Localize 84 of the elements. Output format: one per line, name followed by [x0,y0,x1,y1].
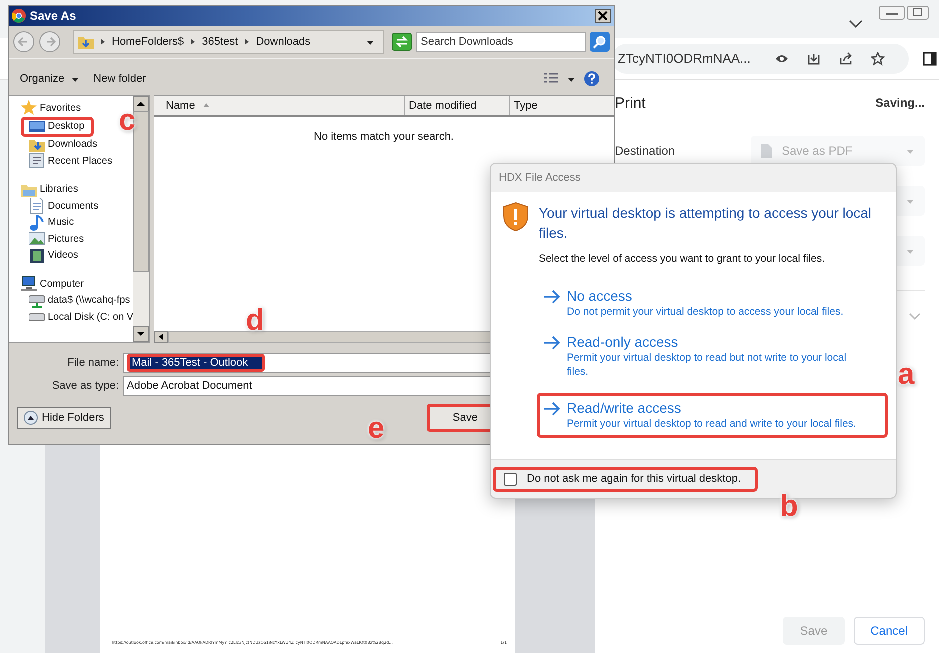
install-icon[interactable] [806,52,821,66]
film-icon [29,248,45,264]
callout-letter: b [780,492,798,522]
chevron-down-icon[interactable] [849,20,863,28]
callout-letter: c [119,106,136,136]
dialog-heading: Your virtual desktop is attempting to access your local files. [539,204,873,243]
breadcrumb-item[interactable]: Downloads [256,36,311,48]
picture-icon [29,231,45,248]
monitor-icon [29,118,45,134]
scrollbar[interactable] [133,96,149,342]
empty-message: No items match your search. [314,131,454,143]
address-bar[interactable]: ZTcyNTI0ODRmNAA... [612,44,909,74]
tree-item[interactable]: Pictures [9,231,86,248]
callout-letter: a [898,360,915,390]
refresh-icon[interactable] [392,33,412,51]
window-title: Save As [30,9,76,23]
restore-icon[interactable] [907,6,929,20]
minimize-icon[interactable] [879,6,905,20]
music-note-icon [29,214,45,231]
arrow-right-icon [543,402,561,416]
dialog-prompt: Select the level of access you want to grant to your local files. [539,253,826,265]
star-icon[interactable] [870,52,885,66]
search-icon[interactable] [590,32,610,52]
chevron-up-icon [24,411,38,425]
tree-item[interactable]: Libraries [9,182,80,198]
caret-icon [906,148,915,154]
cancel-button[interactable]: Cancel [854,617,925,645]
caret-right-icon [100,38,106,46]
address-field[interactable]: HomeFolders$ 365test Downloads [73,30,384,54]
document-icon [29,153,45,170]
dialog-title: HDX File Access [498,171,582,186]
close-icon[interactable] [595,9,611,23]
access-option[interactable]: No access Do not permit your virtual desktop to access your local files. [543,287,884,319]
save-button[interactable]: Save [427,404,493,432]
eye-icon[interactable] [774,52,789,64]
tree-item[interactable]: Videos [9,248,80,264]
app-icon [12,9,26,23]
sort-icon [203,103,210,108]
caret-right-icon [244,38,250,46]
arrow-right-icon [543,290,561,304]
arrow-right-icon [543,336,561,350]
column-header[interactable]: Type [510,96,614,115]
tree-item[interactable]: Computer [9,276,86,292]
tree-item[interactable]: Recent Places [9,153,114,170]
network-drive-icon [29,292,45,309]
tree-item[interactable]: data$ (\\wcahq-fps [9,292,132,309]
caret-icon [906,248,915,254]
caret-icon[interactable] [567,76,576,82]
hide-folders-button[interactable]: Hide Folders [17,407,112,429]
tree-item[interactable]: Favorites [9,100,84,116]
breadcrumb-item[interactable]: 365test [202,36,238,48]
access-option[interactable]: Read/write access Permit your virtual desktop to read and write to your local files. [537,393,888,438]
document-icon [29,198,45,214]
callout-letter: d [246,306,264,336]
star-icon [21,100,37,116]
search-field[interactable]: Search Downloads [416,32,586,52]
field-label: Save as type: [51,380,120,392]
view-icon[interactable] [543,72,559,86]
new-folder-button[interactable]: New folder [90,73,150,85]
checkbox[interactable] [504,472,517,486]
file-icon [761,144,772,158]
print-title: Print [615,94,646,112]
share-icon[interactable] [838,52,853,66]
warning-shield-icon [503,202,529,232]
destination-label: Destination [615,144,676,158]
caret-right-icon [190,38,196,46]
saving-status: Saving... [876,96,925,110]
organize-button[interactable]: Organize [17,73,83,85]
help-icon[interactable] [584,71,600,87]
caret-icon [906,198,915,204]
field-label: File name: [66,356,120,368]
caret-icon [70,76,80,82]
folder-icon [78,35,94,49]
tree-item[interactable]: Music [9,214,76,231]
breadcrumb-item[interactable]: HomeFolders$ [112,36,184,48]
callout-letter: e [368,414,385,444]
tree-item[interactable]: Desktop [21,116,94,136]
tree-item[interactable]: Documents [9,198,101,214]
side-panel-icon[interactable] [922,52,937,66]
tree-item[interactable]: Downloads [9,136,100,153]
computer-icon [21,276,37,292]
checkbox-row[interactable]: Do not ask me again for this virtual desktop. [493,466,758,492]
column-header[interactable]: Name [154,96,405,115]
column-header[interactable]: Date modified [405,96,510,115]
